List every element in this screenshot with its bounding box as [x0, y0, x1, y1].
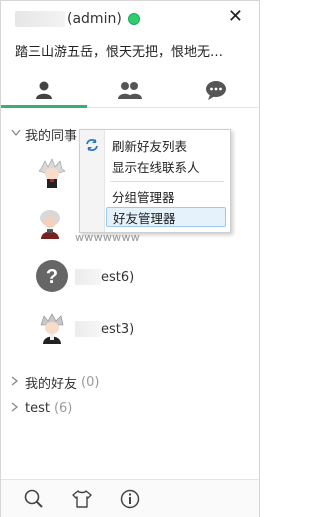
contact-name: est6): [75, 269, 134, 285]
group-test[interactable]: test (6): [11, 401, 72, 416]
avatar: [40, 210, 60, 239]
chat-icon: [206, 81, 226, 100]
main-tabs: [1, 73, 259, 108]
user-signature[interactable]: 踏三山游五岳，恨天无把，恨地无…: [15, 41, 247, 60]
group-label: test: [25, 401, 50, 416]
contact-name: est3): [75, 321, 134, 337]
group-label: 我的同事: [25, 129, 78, 144]
tab-chats[interactable]: [173, 73, 259, 107]
group-friends[interactable]: 我的好友 (0): [11, 373, 99, 392]
group-icon: [118, 82, 142, 99]
footer-toolbar: [1, 479, 259, 517]
contact-item[interactable]: est3): [35, 311, 235, 355]
contact-item[interactable]: ? est6): [35, 259, 235, 303]
close-button[interactable]: ✕: [228, 7, 243, 27]
menu-show-online[interactable]: 显示在线联系人: [106, 156, 226, 176]
user-role: (admin): [67, 11, 122, 27]
group-count: (0): [81, 375, 100, 390]
chat-window: (admin) ✕ 踏三山游五岳，恨天无把，恨地无… 我的同事 wwwwwww …: [0, 0, 260, 517]
chevron-right-icon: [11, 402, 25, 415]
window-header: (admin) ✕ 踏三山游五岳，恨天无把，恨地无…: [1, 1, 259, 73]
username-redacted: [15, 11, 65, 27]
info-icon[interactable]: [119, 488, 141, 510]
avatar: [38, 158, 66, 188]
name-redacted: [75, 321, 101, 337]
avatar: ?: [36, 260, 68, 292]
menu-separator: [110, 181, 224, 182]
search-icon[interactable]: [23, 488, 45, 510]
menu-group-manager[interactable]: 分组管理器: [106, 186, 226, 206]
tab-contacts[interactable]: [1, 73, 87, 108]
chevron-down-icon: [11, 129, 25, 140]
tab-groups[interactable]: [87, 73, 173, 107]
group-label: 我的好友: [25, 377, 78, 392]
refresh-icon: [86, 139, 98, 151]
menu-friend-manager[interactable]: 好友管理器: [106, 207, 226, 227]
user-title: (admin): [15, 9, 140, 29]
menu-refresh-friends[interactable]: 刷新好友列表: [106, 135, 226, 155]
contact-icon: [36, 81, 52, 99]
context-menu: 刷新好友列表 显示在线联系人 分组管理器 好友管理器: [79, 129, 231, 233]
avatar: [40, 313, 64, 344]
online-status-icon[interactable]: [127, 13, 140, 25]
chevron-right-icon: [11, 376, 25, 389]
group-count: (6): [53, 401, 73, 416]
svg-text:?: ?: [46, 266, 58, 288]
name-redacted: [75, 269, 101, 285]
skin-icon[interactable]: [71, 488, 93, 510]
group-colleagues[interactable]: 我的同事: [11, 125, 77, 144]
